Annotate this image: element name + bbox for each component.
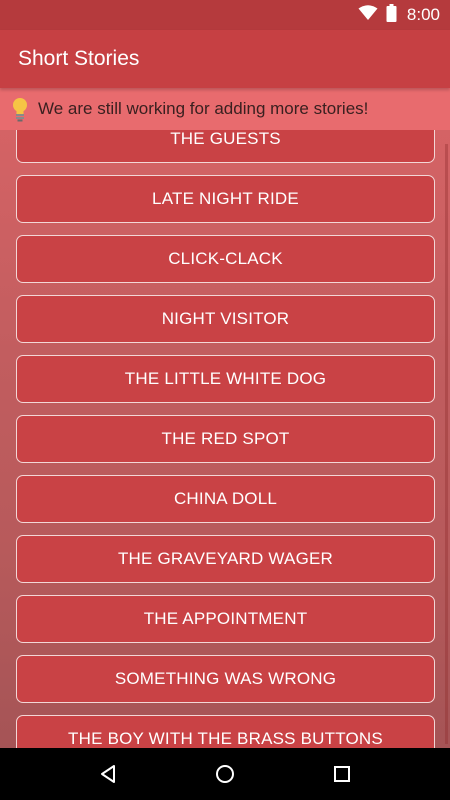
- lightbulb-icon: [10, 96, 30, 122]
- story-button-the-little-white-dog[interactable]: THE LITTLE WHITE DOG: [16, 355, 435, 403]
- story-button-late-night-ride[interactable]: LATE NIGHT RIDE: [16, 175, 435, 223]
- battery-icon: [386, 3, 397, 27]
- status-time: 8:00: [406, 5, 440, 24]
- home-icon[interactable]: [201, 750, 249, 798]
- wifi-icon: [358, 4, 378, 26]
- back-icon[interactable]: [84, 750, 132, 798]
- scrollbar[interactable]: [445, 144, 448, 744]
- status-icons: 8:00: [358, 3, 440, 27]
- story-button-the-appointment[interactable]: THE APPOINTMENT: [16, 595, 435, 643]
- status-bar: 8:00: [0, 0, 450, 30]
- story-button-click-clack[interactable]: CLICK-CLACK: [16, 235, 435, 283]
- story-button-something-was-wrong[interactable]: SOMETHING WAS WRONG: [16, 655, 435, 703]
- story-button-the-graveyard-wager[interactable]: THE GRAVEYARD WAGER: [16, 535, 435, 583]
- story-button-the-boy-with-the-brass-buttons[interactable]: THE BOY WITH THE BRASS BUTTONS: [16, 715, 435, 748]
- app-bar: Short Stories: [0, 30, 450, 88]
- app-title: Short Stories: [18, 47, 140, 70]
- notice-text: We are still working for adding more sto…: [38, 99, 369, 118]
- story-button-china-doll[interactable]: CHINA DOLL: [16, 475, 435, 523]
- story-button-night-visitor[interactable]: NIGHT VISITOR: [16, 295, 435, 343]
- recents-icon[interactable]: [318, 750, 366, 798]
- story-button-the-red-spot[interactable]: THE RED SPOT: [16, 415, 435, 463]
- story-list-container[interactable]: THE GUESTS LATE NIGHT RIDE CLICK-CLACK N…: [0, 88, 450, 748]
- navigation-bar: [0, 748, 450, 800]
- notice-banner: We are still working for adding more sto…: [0, 88, 450, 130]
